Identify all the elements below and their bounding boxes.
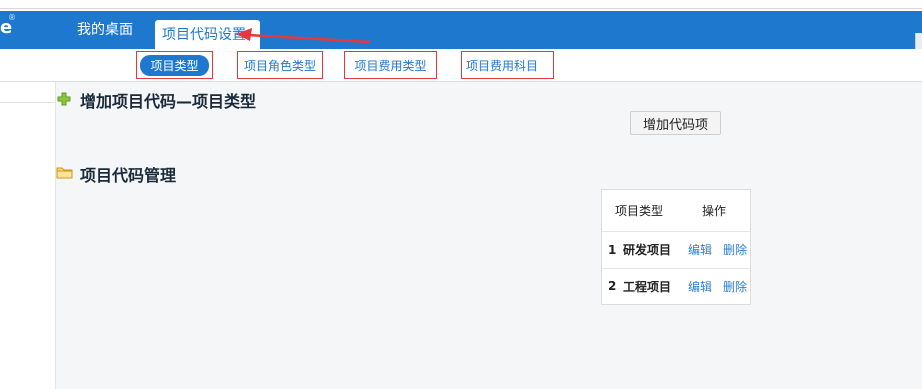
subnav-item-project-cost-subject[interactable]: 项目费用科目	[461, 51, 554, 79]
delete-link[interactable]: 删除	[723, 231, 747, 268]
table-header-row: 项目类型 操作	[602, 190, 750, 232]
add-section-title: 增加项目代码—项目类型	[80, 92, 257, 111]
subnav-item-label: 项目费用类型	[354, 58, 427, 73]
top-header: e ® 我的桌面 项目代码设置	[0, 11, 922, 57]
sidebar-divider	[0, 102, 55, 103]
subnav-item-project-role-type[interactable]: 项目角色类型	[237, 51, 323, 79]
table-row: 1 研发项目 编辑 删除	[602, 231, 750, 269]
column-header-operation: 操作	[702, 204, 727, 218]
add-code-item-button[interactable]: 增加代码项	[630, 111, 721, 135]
table-row: 2 工程项目 编辑 删除	[602, 268, 750, 304]
row-project-type-name: 工程项目	[623, 279, 672, 294]
top-strip	[0, 0, 922, 9]
nav-my-desktop[interactable]: 我的桌面	[77, 11, 133, 49]
row-number: 2	[608, 279, 617, 293]
logo-registered-mark: ®	[8, 13, 16, 22]
project-type-table: 项目类型 操作 1 研发项目 编辑 删除 2 工程项目 编辑 删除	[601, 189, 751, 305]
column-header-project-type: 项目类型	[615, 204, 664, 218]
folder-icon	[56, 167, 73, 179]
edit-link[interactable]: 编辑	[688, 268, 712, 304]
subnav-item-label: 项目角色类型	[243, 58, 316, 73]
subnav-item-label: 项目类型	[140, 54, 209, 76]
left-sidebar	[0, 82, 56, 389]
sub-navigation: 项目类型 项目角色类型 项目费用类型 项目费用科目	[0, 49, 922, 82]
subnav-item-project-type[interactable]: 项目类型	[136, 51, 213, 79]
delete-link[interactable]: 删除	[723, 268, 747, 304]
annotation-arrow-icon	[236, 28, 371, 44]
edit-link[interactable]: 编辑	[688, 231, 712, 268]
row-number: 1	[608, 242, 617, 257]
subnav-item-project-cost-type[interactable]: 项目费用类型	[344, 51, 437, 79]
main-content	[56, 82, 922, 389]
manage-section-title: 项目代码管理	[80, 166, 177, 185]
row-project-type-name: 研发项目	[623, 243, 672, 257]
subnav-item-label: 项目费用科目	[466, 58, 539, 73]
plus-icon	[57, 92, 71, 106]
